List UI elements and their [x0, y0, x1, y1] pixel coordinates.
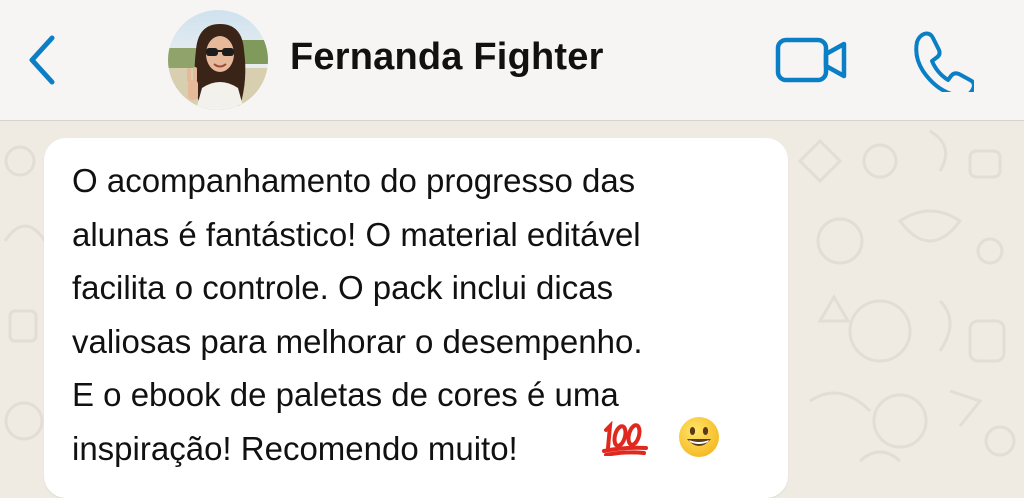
hundred-points-emoji: [602, 420, 648, 456]
video-camera-icon: [775, 37, 847, 83]
back-button[interactable]: [20, 32, 64, 88]
video-call-button[interactable]: [774, 34, 850, 86]
grinning-face-emoji: [679, 417, 719, 457]
avatar[interactable]: [168, 10, 268, 110]
contact-photo: [168, 10, 268, 110]
phone-icon: [914, 31, 976, 99]
chat-header: Fernanda Fighter: [0, 0, 1024, 121]
message-text: O acompanhamento do progresso das alunas…: [72, 162, 643, 467]
chevron-left-icon: [29, 35, 55, 85]
contact-name[interactable]: Fernanda Fighter: [290, 36, 604, 79]
voice-call-button[interactable]: [910, 28, 976, 99]
